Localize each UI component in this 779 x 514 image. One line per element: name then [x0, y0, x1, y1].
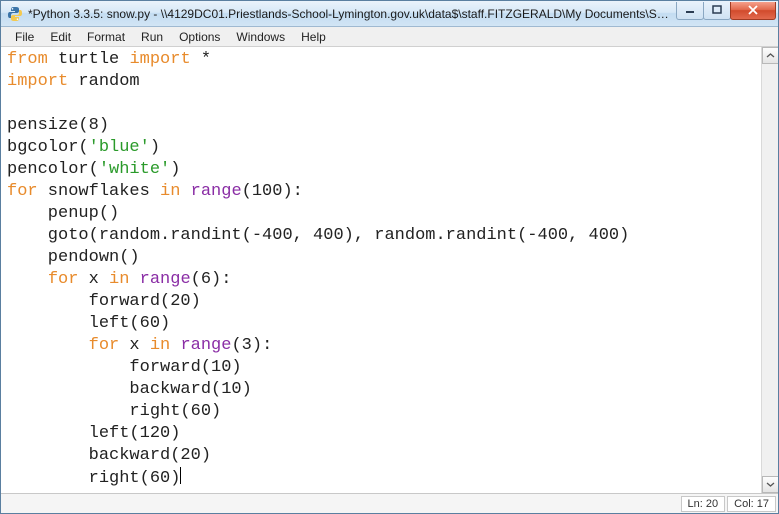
- menubar: File Edit Format Run Options Windows Hel…: [1, 27, 778, 47]
- menu-edit[interactable]: Edit: [42, 28, 79, 46]
- idle-window: *Python 3.3.5: snow.py - \\4129DC01.Prie…: [0, 0, 779, 514]
- close-icon: [747, 5, 759, 15]
- statusbar: Ln: 20 Col: 17: [1, 493, 778, 513]
- menu-options[interactable]: Options: [171, 28, 228, 46]
- menu-run[interactable]: Run: [133, 28, 171, 46]
- minimize-icon: [685, 5, 695, 15]
- status-col: Col: 17: [727, 496, 776, 512]
- close-button[interactable]: [730, 2, 776, 20]
- maximize-icon: [712, 5, 722, 15]
- window-title: *Python 3.3.5: snow.py - \\4129DC01.Prie…: [28, 7, 677, 21]
- code-content[interactable]: from turtle import * import random pensi…: [1, 47, 778, 492]
- menu-windows[interactable]: Windows: [228, 28, 293, 46]
- vertical-scrollbar[interactable]: [761, 47, 778, 493]
- menu-help[interactable]: Help: [293, 28, 334, 46]
- scrollbar-track[interactable]: [762, 64, 778, 476]
- window-controls: [677, 2, 776, 22]
- minimize-button[interactable]: [676, 2, 704, 20]
- python-icon: [7, 6, 23, 22]
- maximize-button[interactable]: [703, 2, 731, 20]
- titlebar[interactable]: *Python 3.3.5: snow.py - \\4129DC01.Prie…: [1, 1, 778, 27]
- scroll-down-button[interactable]: [762, 476, 778, 493]
- scroll-up-button[interactable]: [762, 47, 778, 64]
- chevron-down-icon: [766, 480, 775, 489]
- code-editor[interactable]: from turtle import * import random pensi…: [1, 47, 778, 493]
- status-line: Ln: 20: [681, 496, 726, 512]
- menu-format[interactable]: Format: [79, 28, 133, 46]
- menu-file[interactable]: File: [7, 28, 42, 46]
- chevron-up-icon: [766, 51, 775, 60]
